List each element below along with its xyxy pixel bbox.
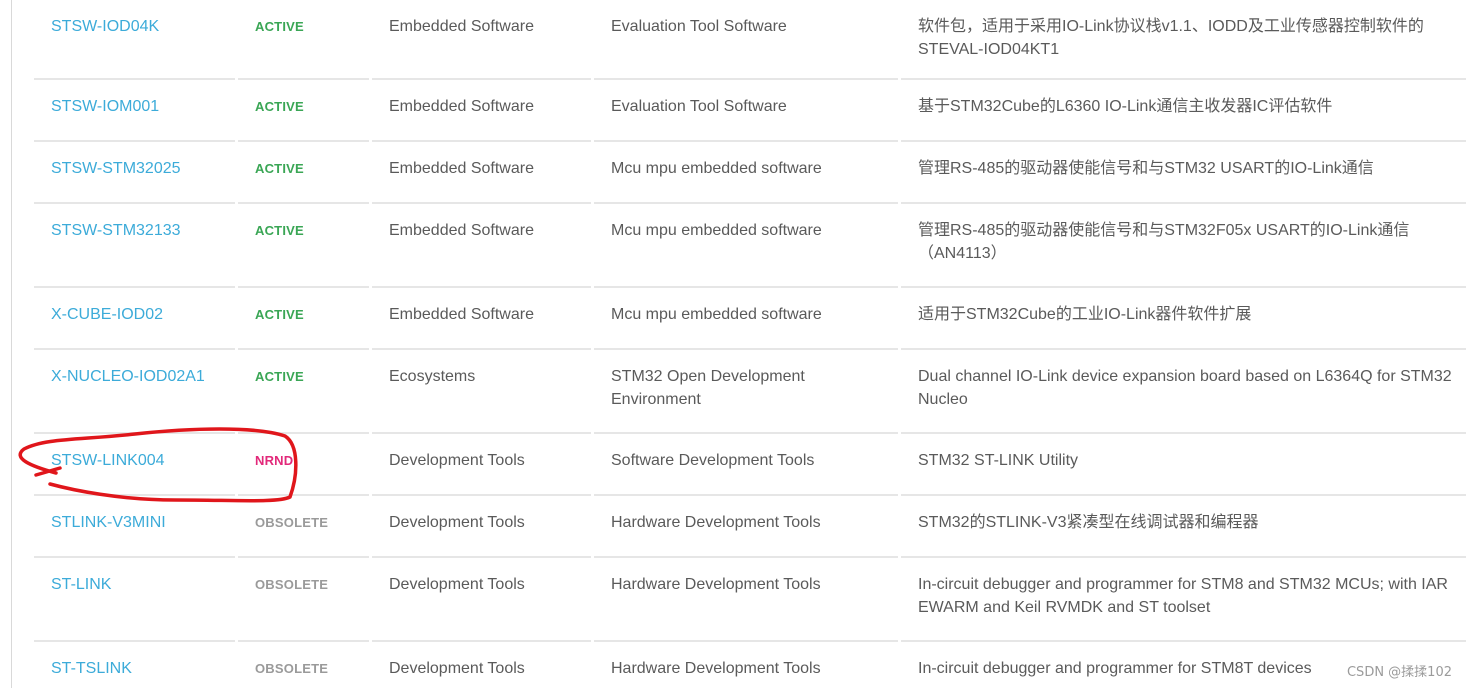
- category-cell: Embedded Software: [372, 204, 591, 288]
- description-cell: STM32 ST-LINK Utility: [901, 434, 1466, 496]
- description-cell: 适用于STM32Cube的工业IO-Link器件软件扩展: [901, 288, 1466, 350]
- product-table-body: STSW-IOD04K ACTIVE Embedded Software Evalua…: [34, 0, 1466, 688]
- status-badge: OBSOLETE: [255, 515, 329, 530]
- part-number-cell: X-CUBE-IOD02: [34, 288, 235, 350]
- description-cell: 管理RS-485的驱动器使能信号和与STM32F05x USART的IO-Lin…: [901, 204, 1466, 288]
- status-badge: ACTIVE: [255, 99, 304, 114]
- status-badge: OBSOLETE: [255, 577, 329, 592]
- subcategory-cell: Evaluation Tool Software: [594, 0, 898, 80]
- description-cell: 基于STM32Cube的L6360 IO-Link通信主收发器IC评估软件: [901, 80, 1466, 142]
- subcategory-cell: Software Development Tools: [594, 434, 898, 496]
- part-number-cell: STSW-STM32025: [34, 142, 235, 204]
- part-number-link[interactable]: X-NUCLEO-IOD02A1: [51, 368, 205, 385]
- watermark: CSDN @揉揉102: [1346, 665, 1452, 680]
- part-number-cell: STSW-IOM001: [34, 80, 235, 142]
- subcategory-cell: Hardware Development Tools: [611, 660, 821, 677]
- status-badge: ACTIVE: [255, 223, 304, 238]
- subcategory-cell: Evaluation Tool Software: [594, 80, 898, 142]
- part-number-link[interactable]: ST-LINK: [51, 576, 111, 593]
- part-number-link[interactable]: ST-TSLINK: [51, 660, 132, 677]
- part-number-cell: STLINK-V3MINI: [34, 496, 235, 558]
- table-row: ST-LINK OBSOLETE Development Tools Hardware…: [34, 558, 1466, 642]
- status-cell: OBSOLETE: [238, 558, 369, 642]
- category-cell: Development Tools: [372, 558, 591, 642]
- status-cell: ACTIVE: [238, 142, 369, 204]
- category-cell: Embedded Software: [372, 142, 591, 204]
- part-number-cell: ST-TSLINK: [34, 642, 235, 688]
- subcategory-cell: Mcu mpu embedded software: [594, 204, 898, 288]
- description-cell: In-circuit debugger and programmer for S…: [901, 558, 1466, 642]
- status-cell: ACTIVE: [238, 0, 369, 80]
- table-row: STSW-STM32133 ACTIVE Embedded Software Mcu …: [34, 204, 1466, 288]
- part-number-cell: STSW-STM32133: [34, 204, 235, 288]
- table-row: ST-TSLINK OBSOLETE Development Tools Hardwa…: [34, 642, 1466, 688]
- status-badge: ACTIVE: [255, 307, 304, 322]
- subcategory-cell: Mcu mpu embedded software: [594, 142, 898, 204]
- status-cell: OBSOLETE: [238, 496, 369, 558]
- status-cell: ACTIVE: [238, 80, 369, 142]
- description-cell: 管理RS-485的驱动器使能信号和与STM32 USART的IO-Link通信: [901, 142, 1466, 204]
- category-cell: Ecosystems: [372, 350, 591, 434]
- part-number-link[interactable]: STSW-STM32025: [51, 160, 181, 177]
- left-divider: [11, 0, 12, 688]
- table-row: STLINK-V3MINI OBSOLETE Development Tools Ha…: [34, 496, 1466, 558]
- page: STSW-IOD04K ACTIVE Embedded Software Evalua…: [0, 0, 1466, 688]
- status-cell: ACTIVE: [238, 204, 369, 288]
- category-cell: Development Tools: [389, 660, 525, 677]
- subcategory-cell: Mcu mpu embedded software: [594, 288, 898, 350]
- status-badge: NRND: [255, 453, 294, 468]
- status-cell: OBSOLETE: [238, 642, 369, 688]
- table-row: X-CUBE-IOD02 ACTIVE Embedded Software Mcu m…: [34, 288, 1466, 350]
- part-number-link[interactable]: STSW-STM32133: [51, 222, 181, 239]
- description-cell: 软件包，适用于采用IO-Link协议栈v1.1、IODD及工业传感器控制软件的S…: [901, 0, 1466, 80]
- table-row: STSW-LINK004 NRND Development Tools Softwar…: [34, 434, 1466, 496]
- table-row: STSW-STM32025 ACTIVE Embedded Software Mcu …: [34, 142, 1466, 204]
- status-cell: ACTIVE: [238, 350, 369, 434]
- status-cell: NRND: [238, 434, 369, 496]
- subcategory-cell: Hardware Development Tools: [594, 496, 898, 558]
- table-row: STSW-IOM001 ACTIVE Embedded Software Evalua…: [34, 80, 1466, 142]
- status-badge: ACTIVE: [255, 161, 304, 176]
- status-badge: ACTIVE: [255, 19, 304, 34]
- status-badge: ACTIVE: [255, 369, 304, 384]
- part-number-link[interactable]: STSW-IOD04K: [51, 18, 159, 35]
- category-cell: Development Tools: [372, 496, 591, 558]
- part-number-link[interactable]: X-CUBE-IOD02: [51, 306, 163, 323]
- status-cell: ACTIVE: [238, 288, 369, 350]
- part-number-cell: X-NUCLEO-IOD02A1: [34, 350, 235, 434]
- description-cell: Dual channel IO-Link device expansion bo…: [901, 350, 1466, 434]
- status-badge: OBSOLETE: [255, 661, 329, 676]
- part-number-link[interactable]: STSW-IOM001: [51, 98, 159, 115]
- product-table: STSW-IOD04K ACTIVE Embedded Software Evalua…: [31, 0, 1466, 688]
- part-number-cell: STSW-LINK004: [34, 434, 235, 496]
- description-cell: STM32的STLINK-V3紧凑型在线调试器和编程器: [901, 496, 1466, 558]
- part-number-cell: ST-LINK: [34, 558, 235, 642]
- category-cell: Embedded Software: [372, 0, 591, 80]
- category-cell: Development Tools: [372, 434, 591, 496]
- table-row: STSW-IOD04K ACTIVE Embedded Software Evalua…: [34, 0, 1466, 80]
- subcategory-cell: Hardware Development Tools: [594, 558, 898, 642]
- category-cell: Embedded Software: [372, 80, 591, 142]
- table-row: X-NUCLEO-IOD02A1 ACTIVE Ecosystems STM32 Op…: [34, 350, 1466, 434]
- category-cell: Embedded Software: [372, 288, 591, 350]
- subcategory-cell: STM32 Open Development Environment: [594, 350, 898, 434]
- part-number-link[interactable]: STLINK-V3MINI: [51, 514, 166, 531]
- part-number-cell: STSW-IOD04K: [34, 0, 235, 80]
- part-number-link[interactable]: STSW-LINK004: [51, 452, 165, 469]
